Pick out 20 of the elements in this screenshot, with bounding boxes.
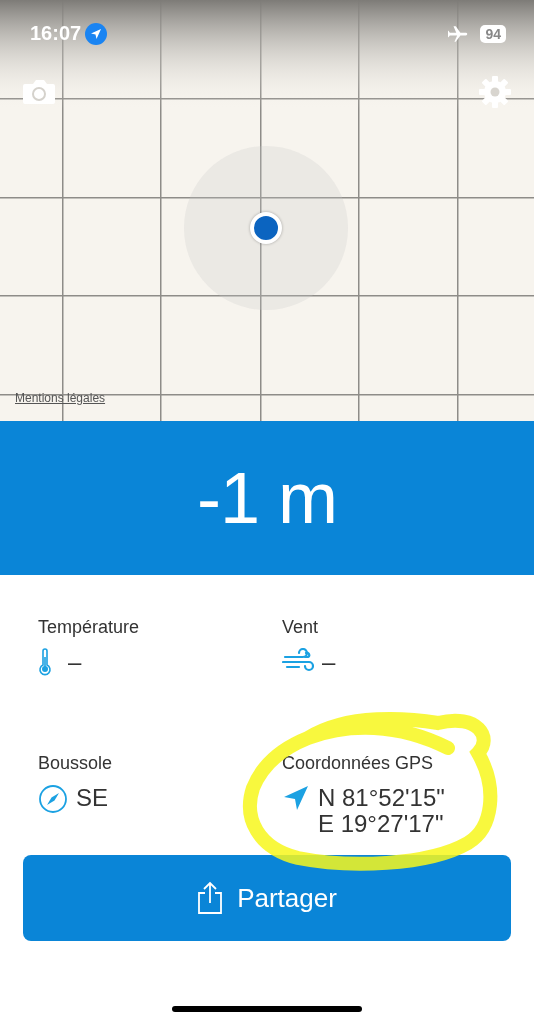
home-indicator[interactable] [172, 1006, 362, 1012]
camera-icon[interactable] [22, 79, 56, 105]
reading-label: Température [38, 617, 141, 638]
share-button[interactable]: Partager [23, 855, 511, 941]
reading-value: N 81°52'15" [318, 785, 445, 811]
altitude-value: -1 m [197, 457, 337, 539]
compass-icon [38, 784, 68, 814]
location-arrow-icon [282, 784, 310, 812]
reading-value: SE [76, 785, 108, 811]
settings-icon[interactable] [479, 76, 511, 108]
share-icon [197, 881, 224, 915]
reading-label: Vent [282, 617, 320, 638]
wind-icon [282, 648, 314, 672]
thermometer-icon [38, 648, 52, 676]
reading-value: – [68, 649, 82, 675]
reading-label: Coordonnées GPS [282, 753, 435, 774]
reading-value: E 19°27'17" [318, 811, 445, 837]
reading-label: Boussole [38, 753, 114, 774]
reading-value: – [322, 649, 336, 675]
clock-time: 16:07 [30, 22, 82, 45]
